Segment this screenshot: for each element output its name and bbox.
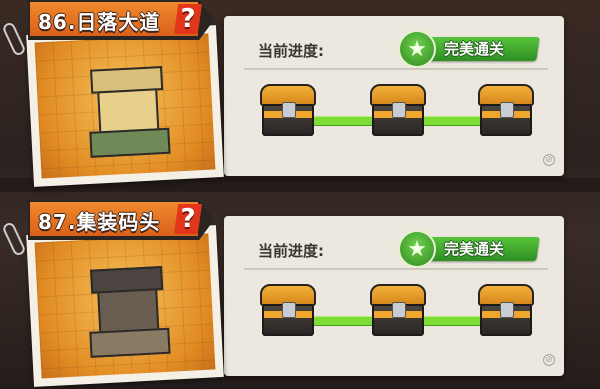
help-icon[interactable]: ? bbox=[174, 204, 202, 234]
paperclip-icon bbox=[1, 221, 27, 257]
paperclip-icon bbox=[1, 21, 27, 57]
building-base bbox=[89, 327, 171, 358]
level-card-87[interactable]: 当前进度: ★ 完美通关 ⊘ 87.集装码头 ? bbox=[0, 200, 600, 387]
reward-chest-2[interactable] bbox=[368, 284, 428, 340]
level-title: 87.集装码头 bbox=[38, 210, 161, 234]
status-badge-text: 完美通关 bbox=[444, 240, 505, 258]
star-icon: ★ bbox=[398, 30, 436, 68]
level-thumbnail[interactable] bbox=[26, 25, 224, 187]
lock-icon bbox=[282, 302, 296, 318]
lock-icon bbox=[500, 302, 514, 318]
reward-chest-1[interactable] bbox=[258, 84, 318, 140]
perfect-clear-badge: ★ 完美通关 bbox=[398, 30, 544, 70]
thumbnail-map bbox=[34, 33, 216, 179]
reward-chest-3[interactable] bbox=[476, 284, 536, 340]
status-badge-text: 完美通关 bbox=[444, 40, 505, 58]
lock-icon bbox=[500, 102, 514, 118]
lock-icon bbox=[392, 102, 406, 118]
no-entry-icon: ⊘ bbox=[543, 354, 555, 366]
level-thumbnail[interactable] bbox=[26, 225, 224, 387]
progress-label: 当前进度: bbox=[258, 242, 324, 260]
no-entry-icon: ⊘ bbox=[543, 154, 555, 166]
dock-building-icon bbox=[86, 258, 171, 358]
thumbnail-map bbox=[34, 233, 216, 379]
level-card-86[interactable]: 当前进度: ★ 完美通关 ⊘ 86.日落大道 ? bbox=[0, 0, 600, 187]
progress-label: 当前进度: bbox=[258, 42, 324, 60]
star-icon: ★ bbox=[398, 230, 436, 268]
building-base bbox=[89, 127, 171, 158]
reward-chest-2[interactable] bbox=[368, 84, 428, 140]
level-title: 86.日落大道 bbox=[38, 10, 161, 34]
lock-icon bbox=[282, 102, 296, 118]
lock-icon bbox=[392, 302, 406, 318]
perfect-clear-badge: ★ 完美通关 bbox=[398, 230, 544, 270]
reward-chest-3[interactable] bbox=[476, 84, 536, 140]
help-icon[interactable]: ? bbox=[174, 4, 202, 34]
temple-building-icon bbox=[86, 58, 171, 158]
reward-chest-1[interactable] bbox=[258, 284, 318, 340]
